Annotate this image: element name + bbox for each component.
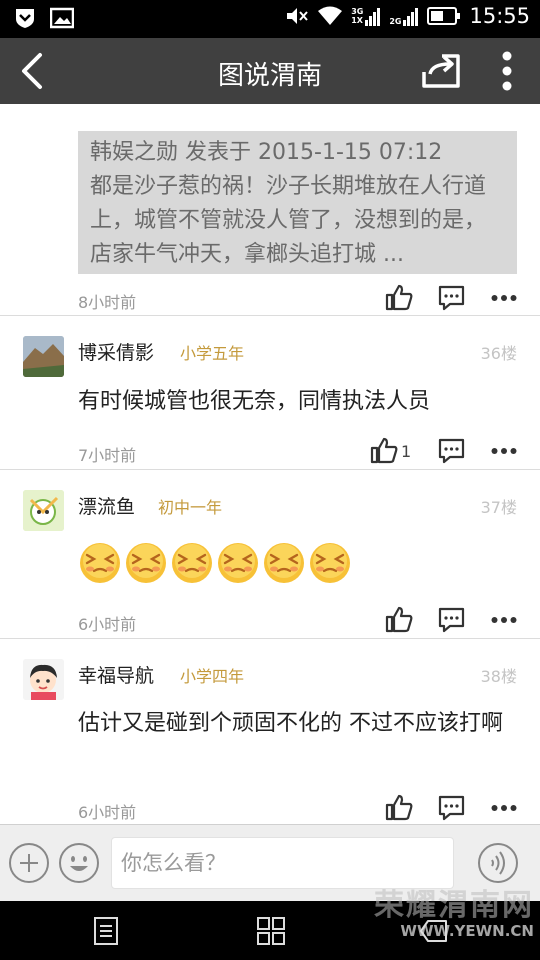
quote-action: 发表于 [185,140,252,165]
home-grid-icon[interactable] [255,915,287,947]
reply-comment-icon[interactable] [438,438,465,464]
comment-input-bar: 你怎么看？ [0,824,540,901]
comment-text: 有时候城管也很无奈，同情执法人员 [78,389,431,414]
signal-icon [403,8,419,26]
comment-time: 7小时前 [78,446,137,465]
mute-icon [287,8,308,24]
back-nav-icon[interactable] [418,915,450,947]
laughing-emoji-icon [80,543,120,583]
quoted-comment[interactable]: 韩娱之勋 发表于 2015-1-15 07:12 都是沙子惹的祸！沙子长期堆放在… [78,131,517,274]
shield-icon [16,9,34,28]
avatar-landscape-image [23,336,64,377]
divider [0,315,540,316]
laughing-emoji-icon [310,543,350,583]
wifi-icon [318,6,343,25]
comment-time: 6小时前 [78,803,137,822]
network-3g-1x: 3G 1X [351,6,381,26]
comment-time: 8小时前 [78,293,137,312]
floor-number: 37楼 [480,498,517,517]
quote-author: 韩娱之勋 [90,140,179,165]
menu-icon[interactable] [90,915,122,947]
more-vertical-icon[interactable] [494,50,520,92]
thumbs-up-icon[interactable] [385,793,413,821]
thumbs-up-icon[interactable] [370,436,398,464]
voice-icon[interactable] [477,842,519,884]
quote-text: 都是沙子惹的祸！沙子长期堆放在人行道上，城管不管就没人管了，没想到的是，店家牛气… [90,174,487,267]
floor-number: 38楼 [480,667,517,686]
laughing-emoji-icon [126,543,166,583]
comment-input[interactable]: 你怎么看？ [111,837,454,889]
network-1x-label: 1X [351,16,363,25]
avatar-girl-image [23,659,64,700]
system-nav-bar [0,901,540,960]
divider [0,469,540,470]
quote-datetime: 2015-1-15 07:12 [258,140,443,165]
divider [0,638,540,639]
avatar[interactable] [23,659,64,700]
comment-text: 估计又是碰到个顽固不化的 不过不应该打啊 [78,711,503,736]
more-horizontal-icon[interactable] [491,804,517,812]
user-grade-badge: 小学五年 [180,344,245,363]
emoji-icon[interactable] [58,842,100,884]
laughing-emoji-icon [172,543,212,583]
laughing-emoji-icon [264,543,304,583]
user-grade-badge: 初中一年 [158,498,223,517]
network-2g: 2G [389,6,419,26]
user-grade-badge: 小学四年 [180,667,245,686]
comment-time: 6小时前 [78,615,137,634]
reply-comment-icon[interactable] [438,285,465,311]
like-count: 1 [401,442,412,461]
battery-icon [427,7,461,25]
floor-number: 36楼 [480,344,517,363]
username[interactable]: 漂流鱼 [78,492,135,519]
username[interactable]: 博采倩影 [78,338,154,365]
image-icon [50,7,74,29]
avatar[interactable] [23,336,64,377]
more-horizontal-icon[interactable] [491,294,517,302]
thumbs-up-icon[interactable] [385,283,413,311]
signal-icon [365,8,381,26]
avatar[interactable] [23,490,64,531]
laughing-emoji-icon [218,543,258,583]
share-icon[interactable] [420,52,462,90]
network-3g-label: 3G [351,7,364,16]
emoji-row [78,541,352,585]
more-horizontal-icon[interactable] [491,447,517,455]
comment-list[interactable]: 韩娱之勋 发表于 2015-1-15 07:12 都是沙子惹的祸！沙子长期堆放在… [0,104,540,824]
reply-comment-icon[interactable] [438,795,465,821]
avatar-cartoon-image [23,490,64,531]
username[interactable]: 幸福导航 [78,661,154,688]
plus-icon[interactable] [8,842,50,884]
status-bar: 3G 1X 2G 15:55 [0,0,540,38]
title-bar: 图说渭南 [0,38,540,104]
more-horizontal-icon[interactable] [491,616,517,624]
thumbs-up-icon[interactable] [385,605,413,633]
network-2g-label: 2G [389,17,402,26]
clock: 15:55 [469,4,530,28]
reply-comment-icon[interactable] [438,607,465,633]
